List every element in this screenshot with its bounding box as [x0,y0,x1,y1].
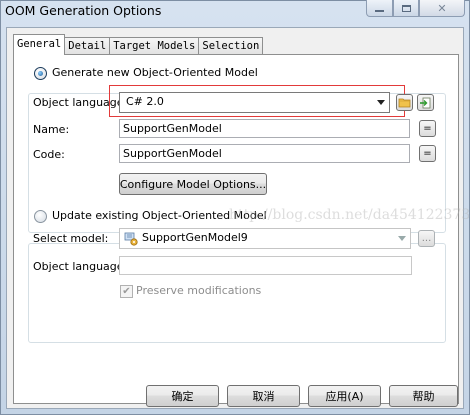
browse-model-button[interactable]: ... [418,230,435,247]
select-model-dropdown[interactable]: SupportGenModel9 [119,228,411,249]
tab-detail[interactable]: Detail [64,37,111,55]
code-label: Code: [33,148,65,161]
close-button[interactable]: ✕ [419,0,465,17]
select-model-label: Select model: [33,232,109,245]
tab-strip: General Detail Target Models Selection [13,34,264,55]
object-language-select[interactable]: C# 2.0 [119,92,390,113]
tab-target-models[interactable]: Target Models [109,37,200,55]
minimize-button[interactable] [366,0,393,17]
object-language-value: C# 2.0 [126,95,164,108]
model-icon [124,232,138,246]
select-model-value: SupportGenModel9 [142,231,248,244]
update-existing-radio[interactable] [34,210,47,223]
name-value: SupportGenModel [123,122,222,135]
generate-new-radio[interactable] [34,67,47,80]
import-button[interactable] [417,94,434,111]
dialog-window: OOM Generation Options ✕ General Detail … [0,0,470,415]
name-equal-button[interactable]: = [419,120,436,137]
code-equal-button[interactable]: = [419,145,436,162]
name-label: Name: [33,123,70,136]
folder-button[interactable] [396,94,413,111]
window-title: OOM Generation Options [5,3,162,18]
preserve-modifications-checkbox[interactable]: ✔ [120,285,133,298]
ok-button[interactable]: 确定 [146,385,219,407]
configure-model-options-button[interactable]: Configure Model Options... [119,173,267,195]
update-existing-label[interactable]: Update existing Object-Oriented Model [50,209,269,222]
maximize-icon [401,4,411,12]
chevron-down-icon [377,100,385,105]
tab-selection[interactable]: Selection [198,37,264,55]
dialog-client: General Detail Target Models Selection G… [6,27,464,409]
cancel-button[interactable]: 取消 [227,385,300,407]
general-tab-panel: Generate new Object-Oriented Model Objec… [13,54,459,404]
existing-object-language-input[interactable] [119,256,412,275]
close-icon: ✕ [437,1,447,15]
chevron-down-icon [398,236,406,241]
apply-button[interactable]: 应用(A) [308,385,381,407]
code-value: SupportGenModel [123,147,222,160]
maximize-button[interactable] [393,0,419,17]
existing-object-language-label: Object language: [33,260,128,273]
code-input[interactable]: SupportGenModel [119,144,410,163]
generate-new-label[interactable]: Generate new Object-Oriented Model [50,66,260,79]
title-bar[interactable]: OOM Generation Options ✕ [1,0,469,23]
checkmark-icon: ✔ [122,285,131,297]
preserve-modifications-label: Preserve modifications [136,284,262,297]
import-icon [420,97,431,108]
tab-general[interactable]: General [13,34,66,55]
minimize-icon [375,9,384,12]
name-input[interactable]: SupportGenModel [119,119,410,138]
help-button[interactable]: 帮助 [389,385,458,407]
folder-icon [398,98,411,108]
